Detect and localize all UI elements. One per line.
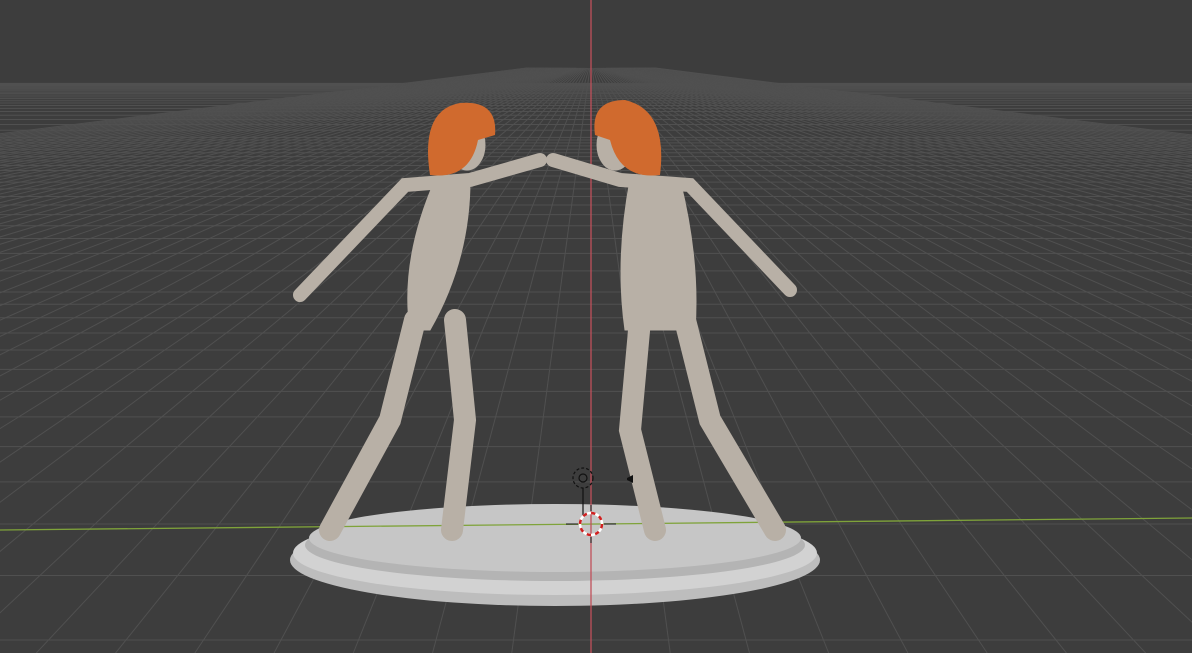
scene	[0, 0, 1192, 653]
figure-right[interactable]	[546, 100, 797, 541]
speaker-icon[interactable]	[627, 475, 633, 483]
3d-viewport[interactable]	[0, 0, 1192, 653]
figure-left[interactable]	[293, 102, 547, 541]
pedestal[interactable]	[290, 504, 820, 606]
